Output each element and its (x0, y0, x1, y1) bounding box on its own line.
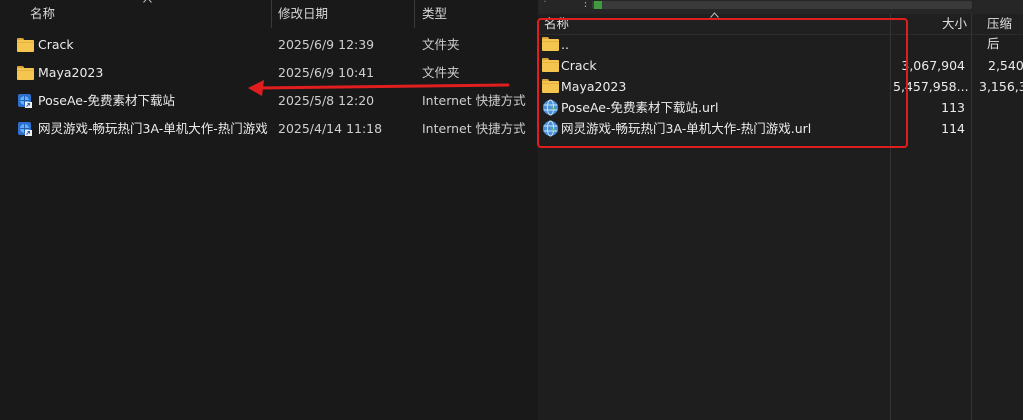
column-divider[interactable] (271, 0, 272, 28)
path-separator-icon: ⋮ (580, 0, 591, 9)
folder-icon (17, 66, 34, 80)
file-name: Crack (38, 37, 74, 52)
file-name: 网灵游戏-畅玩热门3A-单机大作-热门游戏 (38, 121, 268, 136)
file-type: Internet 快捷方式 (422, 121, 526, 136)
file-row-crack[interactable]: Crack 2025/6/9 12:39 文件夹 (0, 31, 537, 59)
red-arrow-annotation (248, 80, 510, 96)
file-row-wangling[interactable]: 网灵游戏-畅玩热门3A-单机大作-热门游戏 2025/4/14 11:18 In… (0, 115, 537, 143)
sort-ascending-icon (143, 0, 152, 3)
internet-shortcut-icon (17, 121, 34, 136)
archive-icon (594, 1, 602, 9)
internet-shortcut-icon (17, 93, 34, 108)
folder-icon (17, 38, 34, 52)
column-type[interactable]: 类型 (422, 0, 447, 28)
file-name: Maya2023 (38, 65, 104, 80)
column-modified[interactable]: 修改日期 (278, 0, 328, 28)
column-size[interactable]: 大小 (942, 14, 967, 34)
archive-path-bar[interactable]: ⋮ ⋮ (538, 0, 1023, 14)
file-type: 文件夹 (422, 37, 460, 52)
column-packed[interactable]: 压缩后 (987, 14, 1023, 51)
archive-item-packed: 3,156,34 (979, 79, 1023, 94)
file-modified: 2025/4/14 11:18 (278, 121, 383, 136)
column-divider[interactable] (414, 0, 415, 28)
file-modified: 2025/6/9 12:39 (278, 37, 375, 52)
path-field[interactable] (592, 1, 972, 9)
file-name: PoseAe-免费素材下载站 (38, 93, 175, 108)
column-name[interactable]: 名称 (30, 0, 55, 28)
explorer-column-header: 名称 修改日期 类型 (0, 0, 537, 28)
grip-icon: ⋮ (540, 0, 550, 4)
explorer-pane: 名称 修改日期 类型 Crack 2025/6/9 12:39 文件夹 Maya… (0, 0, 537, 420)
red-highlight-box (537, 18, 908, 148)
archive-item-packed: 2,540, (988, 58, 1023, 73)
